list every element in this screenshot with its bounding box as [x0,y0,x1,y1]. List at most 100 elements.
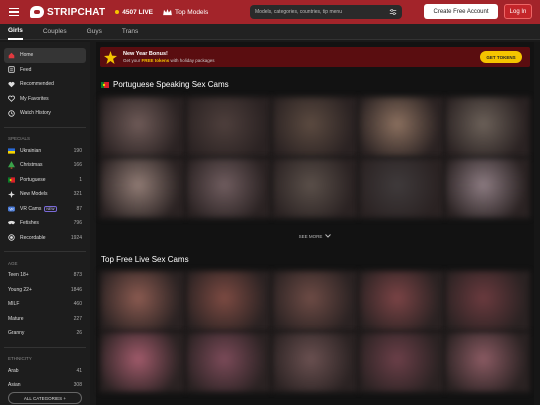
sidebar-item-label: Fetishes [20,220,39,227]
model-thumbnail[interactable] [444,97,530,157]
star-icon [104,50,117,64]
sidebar-item-label: Asian [8,382,21,389]
age-heading: Age [8,260,18,266]
top-models-label: Top Models [175,8,209,16]
sidebar-item-favorites[interactable]: My Favorites [0,92,90,107]
live-dot-icon [115,10,120,14]
see-more-button[interactable]: SEE MORE [100,228,530,244]
sidebar-item-history[interactable]: Watch History [0,106,90,121]
sidebar-item-count: 87 [76,205,82,212]
sidebar-item-home[interactable]: Home [4,48,86,63]
menu-icon[interactable] [4,0,24,24]
sidebar-item-count: 227 [73,315,82,322]
model-thumbnail[interactable] [186,271,272,331]
sidebar-item-label: Recordable [20,234,46,241]
banner-title: New Year Bonus! [123,51,168,57]
sidebar-item-label: Arab [8,367,19,374]
portugal-flag-icon [101,81,109,88]
sidebar-item-fetishes[interactable]: Fetishes 796 [0,216,90,231]
logo-icon [30,6,44,18]
filter-icon[interactable] [389,8,397,16]
login-button[interactable]: Log In [504,4,532,19]
all-categories-button[interactable]: ALL CATEGORIES + [8,392,82,404]
sidebar-item-count: 321 [73,191,82,198]
tab-guys[interactable]: Guys [87,24,102,40]
model-thumbnail[interactable] [186,332,272,392]
sidebar-item-label: Recommended [20,81,54,88]
ukraine-flag-icon [8,147,15,154]
sidebar-item-label: Feed [20,66,32,73]
divider [4,126,86,128]
sidebar-item-label: MILF [8,301,20,308]
model-thumbnail[interactable] [444,158,530,218]
search-box[interactable] [250,5,402,19]
scrollbar[interactable] [534,42,540,405]
sidebar-item-label: Home [20,52,34,59]
model-thumbnail[interactable] [100,158,186,218]
sidebar-item-label: Young 22+ [8,286,32,293]
model-thumbnail[interactable] [358,97,444,157]
sidebar-item-arab[interactable]: Arab 41 [0,364,90,379]
heart-icon [8,81,15,88]
sidebar-item-count: 26 [76,330,82,337]
tab-girls[interactable]: Girls [8,24,23,40]
model-thumbnail[interactable] [444,332,530,392]
sidebar-item-recordable[interactable]: Recordable 1924 [0,231,90,246]
sidebar-item-count: 1924 [70,234,82,241]
sidebar-item-christmas[interactable]: Christmas 166 [0,158,90,173]
sidebar-item-mature[interactable]: Mature 227 [0,312,90,327]
sidebar-item-asian[interactable]: Asian 308 [0,378,90,393]
tab-trans[interactable]: Trans [122,24,138,40]
live-count: 4507 LIVE [115,9,153,16]
sidebar-item-count: 873 [73,272,82,279]
sidebar-item-granny[interactable]: Granny 26 [0,326,90,341]
model-thumbnail[interactable] [272,97,358,157]
model-thumbnail[interactable] [272,158,358,218]
category-tabs: Girls Couples Guys Trans [0,24,540,40]
sidebar-item-count: 41 [76,367,82,374]
sidebar-item-feed[interactable]: Feed [0,63,90,78]
sidebar-item-portuguese[interactable]: Portuguese 1 [0,173,90,188]
svg-text:VR: VR [9,207,14,211]
sidebar-item-vr-cams[interactable]: VR VR Cams NEW 87 [0,202,90,217]
promo-banner[interactable]: New Year Bonus! Get your FREE tokens wit… [100,47,530,67]
model-thumbnail[interactable] [272,271,358,331]
logo[interactable]: STRIPCHAT [30,6,105,18]
model-thumbnail[interactable] [186,158,272,218]
new-models-icon [8,190,15,198]
sidebar-item-new-models[interactable]: New Models 321 [0,187,90,202]
model-thumbnail[interactable] [358,271,444,331]
vr-icon: VR [8,205,15,212]
live-count-text: 4507 LIVE [122,8,153,16]
main-content: New Year Bonus! Get your FREE tokens wit… [96,42,540,405]
divider [4,251,86,252]
top-bar: STRIPCHAT 4507 LIVE Top Models Create Fr… [0,0,540,24]
model-thumbnail[interactable] [358,158,444,218]
sidebar-item-label: Teen 18+ [8,272,29,279]
brand-name: STRIPCHAT [47,6,106,18]
sidebar-item-young[interactable]: Young 22+ 1846 [0,283,90,298]
model-thumbnail[interactable] [358,332,444,392]
model-grid-top-free [100,271,530,392]
sidebar-item-count: 460 [73,301,82,308]
search-input[interactable] [255,9,389,15]
model-thumbnail[interactable] [100,97,186,157]
sidebar-item-milf[interactable]: MILF 460 [0,297,90,312]
tab-couples[interactable]: Couples [43,24,67,40]
get-tokens-button[interactable]: GET TOKENS [480,51,522,63]
model-thumbnail[interactable] [272,332,358,392]
model-thumbnail[interactable] [100,332,186,392]
top-models-link[interactable]: Top Models [163,8,209,16]
model-thumbnail[interactable] [100,271,186,331]
create-account-button[interactable]: Create Free Account [424,4,498,19]
favorites-icon [8,95,15,103]
sidebar-item-ukrainian[interactable]: Ukrainian 190 [0,144,90,159]
sidebar-item-recommended[interactable]: Recommended [0,77,90,92]
model-thumbnail[interactable] [186,97,272,157]
model-thumbnail[interactable] [444,271,530,331]
model-grid-portuguese [100,97,530,218]
sidebar-item-count: 1 [79,176,82,183]
sidebar-item-teen[interactable]: Teen 18+ 873 [0,268,90,283]
new-badge: NEW [44,205,57,212]
sidebar-item-count: 1846 [70,286,82,293]
